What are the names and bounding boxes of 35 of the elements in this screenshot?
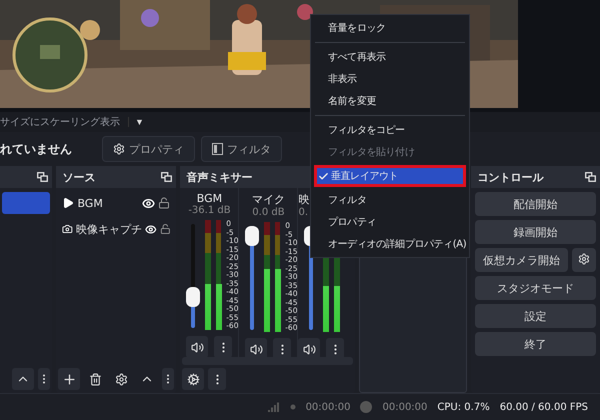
volume-reading: 0.	[298, 207, 308, 218]
stream-time: 00:00:00	[306, 402, 350, 412]
source-name[interactable]: BGM	[77, 196, 140, 210]
menu-item[interactable]: プロパティ	[311, 211, 469, 233]
menu-item[interactable]: すべて再表示	[311, 46, 469, 68]
channel-name: マイク	[252, 192, 285, 207]
record-time: 00:00:00	[382, 402, 428, 412]
fps-readout: 60.00 / 60.00 FPS	[500, 402, 588, 412]
control-button[interactable]: スタジオモード	[475, 276, 596, 300]
dropdown-button[interactable]: ▼	[128, 117, 150, 127]
menu-item[interactable]: フィルタ	[311, 189, 469, 211]
control-button[interactable]: 録画開始	[475, 220, 596, 244]
control-button[interactable]: 設定	[475, 304, 596, 328]
channel-name: BGM	[196, 192, 222, 205]
control-button[interactable]: 仮想カメラ開始	[475, 248, 568, 272]
panel-title: コントロール	[477, 170, 544, 184]
panel-title: 音声ミキサー	[186, 170, 252, 184]
menu-item[interactable]: 垂直レイアウト	[314, 165, 466, 187]
menu-item[interactable]: 非表示	[311, 68, 469, 90]
panel-title: ソース	[62, 170, 96, 184]
cpu-usage: CPU: 0.7%	[437, 402, 490, 412]
scaling-label: サイズにスケーリング表示	[0, 116, 120, 129]
toolbar-button[interactable]: フィルタ	[201, 136, 282, 162]
menu-item[interactable]: オーディオの詳細プロパティ(A)	[311, 233, 469, 255]
volume-reading: -36.1 dB	[188, 205, 231, 216]
source-status: れていません	[0, 140, 73, 158]
control-button[interactable]: 配信開始	[475, 192, 596, 216]
toolbar-button[interactable]: プロパティ	[102, 136, 195, 162]
menu-item[interactable]: 名前を変更	[311, 90, 469, 112]
source-name[interactable]: 映像キャプチ	[76, 222, 142, 236]
menu-item[interactable]: 音量をロック	[311, 17, 469, 39]
channel-name: 映	[298, 192, 310, 207]
volume-reading: 0.0 dB	[252, 207, 285, 218]
control-button[interactable]: 終了	[475, 332, 596, 356]
menu-item[interactable]: フィルタをコピー	[311, 119, 469, 141]
